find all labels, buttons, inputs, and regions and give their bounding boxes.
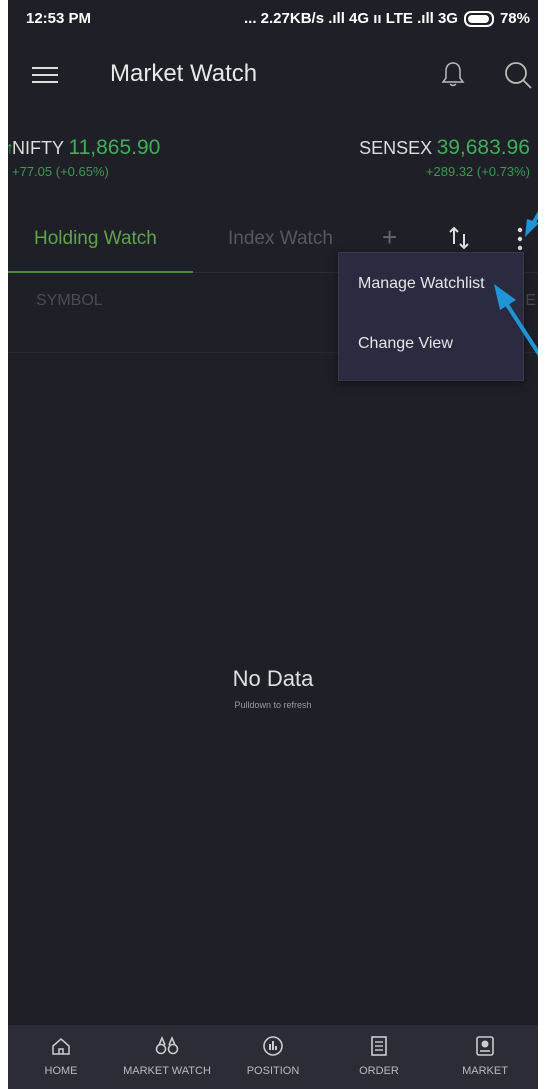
empty-state-subtitle: Pulldown to refresh [234,700,312,710]
add-watchlist-button[interactable]: + [382,222,397,253]
nav-market-watch[interactable]: MARKET WATCH [114,1025,220,1089]
sensex-change: +289.32 (+0.73%) [425,164,530,179]
nav-order[interactable]: ORDER [326,1025,432,1089]
app-screen: 12:53 PM ... 2.27KB/s .ıll 4G ıı LTE .ıl… [8,0,538,1089]
nifty-value: 11,865.90 [68,136,161,159]
status-time: 12:53 PM [26,10,92,27]
search-icon[interactable] [503,60,533,90]
nifty-ticker[interactable]: NIFTY 11,865.90 +77.05 (+0.65%) [12,136,160,179]
nifty-name: NIFTY [12,138,64,158]
empty-state-title: No Data [232,666,314,691]
column-header-symbol: SYMBOL [36,292,103,309]
market-icon [476,1036,494,1056]
app-bar: Market Watch [8,40,538,112]
menu-item-manage-watchlist[interactable]: Manage Watchlist [358,275,485,293]
sensex-value: 39,683.96 [436,136,530,159]
nifty-change: +77.05 (+0.65%) [12,164,109,179]
order-icon [371,1036,387,1056]
annotation-arrow-manage-watchlist [494,284,538,357]
sort-icon[interactable] [448,224,470,252]
empty-state: No Data Pulldown to refresh [8,666,538,710]
position-icon [263,1036,283,1056]
nav-position[interactable]: POSITION [220,1025,326,1089]
nav-market-watch-label: MARKET WATCH [123,1065,211,1077]
binoculars-icon [155,1035,179,1055]
active-tab-indicator [8,271,193,273]
tab-holding-watch[interactable]: Holding Watch [34,228,157,250]
sensex-ticker[interactable]: SENSEX 39,683.96 +289.32 (+0.73%) [359,136,530,179]
sensex-name: SENSEX [359,138,433,158]
bottom-navigation: HOME MARKET WATCH POSITION ORDER MARKET [8,1025,538,1089]
hamburger-icon[interactable] [32,62,58,86]
nav-order-label: ORDER [359,1065,399,1077]
nav-market-label: MARKET [462,1065,508,1077]
battery-icon [463,10,494,27]
menu-item-change-view[interactable]: Change View [358,335,453,353]
nav-home-label: HOME [44,1065,78,1077]
battery-level: 78% [499,10,530,27]
tab-index-watch[interactable]: Index Watch [228,228,333,250]
status-bar: 12:53 PM ... 2.27KB/s .ıll 4G ıı LTE .ıl… [8,0,538,40]
annotation-arrow-kebab [525,211,538,237]
page-title: Market Watch [110,60,258,87]
bell-icon[interactable] [440,60,466,88]
nav-market[interactable]: MARKET [432,1025,538,1089]
nav-position-label: POSITION [246,1065,300,1077]
index-ticker: ↑ NIFTY 11,865.90 +77.05 (+0.65%) SENSEX… [8,130,538,190]
nav-home[interactable]: HOME [8,1025,114,1089]
network-status: ... 2.27KB/s .ıll 4G ıı LTE .ıll 3G [244,10,458,27]
home-icon [52,1038,70,1055]
